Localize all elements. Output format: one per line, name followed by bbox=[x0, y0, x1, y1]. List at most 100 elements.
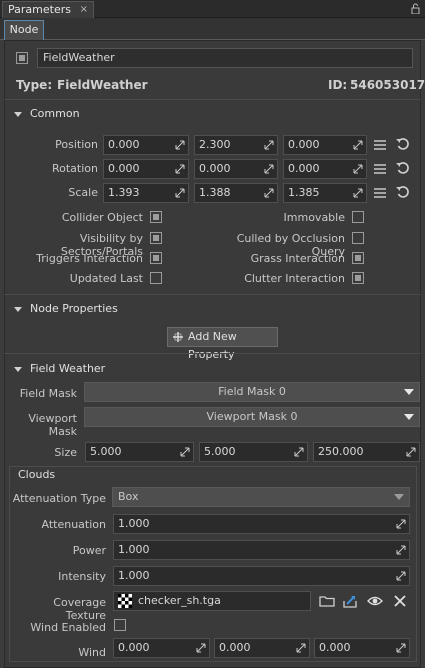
eye-icon[interactable] bbox=[367, 593, 383, 609]
position-y-field[interactable]: 2.300 bbox=[194, 135, 278, 155]
node-name-input[interactable]: FieldWeather bbox=[37, 48, 413, 68]
collapse-triangle-icon[interactable] bbox=[14, 367, 22, 372]
drag-handle-icon[interactable] bbox=[294, 447, 304, 457]
position-z-value: 0.000 bbox=[288, 138, 320, 151]
drag-handle-icon[interactable] bbox=[353, 140, 363, 150]
scale-x-field[interactable]: 1.393 bbox=[103, 183, 189, 203]
reset-icon[interactable] bbox=[395, 160, 411, 176]
power-value: 1.000 bbox=[118, 543, 150, 556]
wind-enabled-checkbox[interactable] bbox=[114, 619, 126, 631]
immovable-label: Immovable bbox=[283, 211, 345, 224]
field-mask-label: Field Mask bbox=[19, 387, 77, 400]
triggers-checkbox[interactable] bbox=[150, 252, 162, 264]
menu-icon[interactable] bbox=[372, 185, 388, 201]
node-type-label: Type: bbox=[16, 78, 53, 92]
reset-icon[interactable] bbox=[395, 184, 411, 200]
menu-icon[interactable] bbox=[372, 137, 388, 153]
reset-icon[interactable] bbox=[395, 136, 411, 152]
node-type-value: FieldWeather bbox=[57, 78, 148, 92]
clutter-checkbox[interactable] bbox=[352, 272, 364, 284]
drag-handle-icon[interactable] bbox=[396, 571, 406, 581]
attenuation-type-value: Box bbox=[118, 490, 139, 503]
drag-handle-icon[interactable] bbox=[175, 188, 185, 198]
drag-handle-icon[interactable] bbox=[406, 447, 416, 457]
drag-handle-icon[interactable] bbox=[175, 164, 185, 174]
add-new-property-button[interactable]: Add New Property bbox=[167, 327, 278, 361]
size-label: Size bbox=[54, 446, 77, 459]
position-z-field[interactable]: 0.000 bbox=[283, 135, 367, 155]
add-new-property-label: Add New Property bbox=[188, 330, 237, 361]
attenuation-value: 1.000 bbox=[118, 517, 150, 530]
tab-node[interactable]: Node bbox=[4, 20, 44, 40]
chevron-down-icon bbox=[404, 414, 414, 420]
rotation-x-value: 0.000 bbox=[108, 162, 140, 175]
chevron-down-icon bbox=[394, 494, 404, 500]
scale-y-field[interactable]: 1.388 bbox=[194, 183, 278, 203]
field-mask-dropdown[interactable]: Field Mask 0 bbox=[84, 382, 420, 402]
drag-handle-icon[interactable] bbox=[396, 545, 406, 555]
drag-handle-icon[interactable] bbox=[264, 164, 274, 174]
node-enabled-checkbox[interactable] bbox=[16, 52, 28, 64]
viewport-mask-dropdown[interactable]: Viewport Mask 0 bbox=[84, 407, 420, 427]
drag-handle-icon[interactable] bbox=[180, 447, 190, 457]
clouds-title: Clouds bbox=[18, 468, 56, 481]
drag-handle-icon[interactable] bbox=[396, 643, 406, 653]
drag-handle-icon[interactable] bbox=[353, 164, 363, 174]
drag-handle-icon[interactable] bbox=[296, 643, 306, 653]
size-y-field[interactable]: 5.000 bbox=[199, 442, 308, 462]
menu-icon[interactable] bbox=[372, 161, 388, 177]
drag-handle-icon[interactable] bbox=[264, 188, 274, 198]
plus-icon bbox=[173, 332, 183, 342]
visibility-checkbox[interactable] bbox=[150, 232, 162, 244]
collapse-triangle-icon[interactable] bbox=[14, 112, 22, 117]
coverage-texture-field[interactable]: checker_sh.tga bbox=[113, 591, 311, 611]
folder-icon[interactable] bbox=[319, 593, 335, 609]
power-label: Power bbox=[72, 544, 106, 557]
collider-object-checkbox[interactable] bbox=[150, 211, 162, 223]
position-y-value: 2.300 bbox=[199, 138, 231, 151]
tab-parameters[interactable]: Parameters × bbox=[2, 1, 94, 18]
grass-checkbox[interactable] bbox=[352, 252, 364, 264]
attenuation-field[interactable]: 1.000 bbox=[113, 514, 410, 534]
divider bbox=[4, 294, 421, 295]
close-icon[interactable]: × bbox=[80, 2, 88, 17]
tab-parameters-label: Parameters bbox=[8, 3, 71, 16]
size-z-field[interactable]: 250.000 bbox=[313, 442, 420, 462]
immovable-checkbox[interactable] bbox=[352, 211, 364, 223]
scale-label: Scale bbox=[68, 186, 98, 199]
wind-y-field[interactable]: 0.000 bbox=[214, 638, 310, 658]
size-x-field[interactable]: 5.000 bbox=[85, 442, 194, 462]
drag-handle-icon[interactable] bbox=[396, 519, 406, 529]
viewport-mask-label: Viewport Mask bbox=[28, 412, 77, 438]
wind-z-field[interactable]: 0.000 bbox=[314, 638, 410, 658]
updated-last-checkbox[interactable] bbox=[150, 272, 162, 284]
rotation-y-field[interactable]: 0.000 bbox=[194, 159, 278, 179]
power-field[interactable]: 1.000 bbox=[113, 540, 410, 560]
section-field-weather-title: Field Weather bbox=[30, 362, 106, 375]
updated-last-label: Updated Last bbox=[69, 272, 143, 285]
coverage-texture-label: Coverage Texture bbox=[53, 596, 106, 622]
drag-handle-icon[interactable] bbox=[353, 188, 363, 198]
collapse-triangle-icon[interactable] bbox=[14, 307, 22, 312]
size-x-value: 5.000 bbox=[90, 445, 122, 458]
export-icon[interactable] bbox=[342, 593, 358, 609]
lock-icon[interactable] bbox=[411, 3, 420, 14]
attenuation-type-dropdown[interactable]: Box bbox=[112, 487, 410, 507]
attenuation-label: Attenuation bbox=[41, 518, 106, 531]
drag-handle-icon[interactable] bbox=[196, 643, 206, 653]
clear-x-icon[interactable] bbox=[392, 593, 408, 609]
drag-handle-icon[interactable] bbox=[264, 140, 274, 150]
intensity-value: 1.000 bbox=[118, 569, 150, 582]
intensity-field[interactable]: 1.000 bbox=[113, 566, 410, 586]
wind-x-field[interactable]: 0.000 bbox=[113, 638, 210, 658]
wind-label: Wind bbox=[78, 646, 106, 659]
rotation-z-field[interactable]: 0.000 bbox=[283, 159, 367, 179]
intensity-label: Intensity bbox=[58, 570, 106, 583]
drag-handle-icon[interactable] bbox=[175, 140, 185, 150]
rotation-x-field[interactable]: 0.000 bbox=[103, 159, 189, 179]
culled-checkbox[interactable] bbox=[352, 232, 364, 244]
position-x-field[interactable]: 0.000 bbox=[103, 135, 189, 155]
chevron-down-icon bbox=[404, 389, 414, 395]
section-node-properties-title: Node Properties bbox=[30, 302, 118, 315]
scale-z-field[interactable]: 1.385 bbox=[283, 183, 367, 203]
